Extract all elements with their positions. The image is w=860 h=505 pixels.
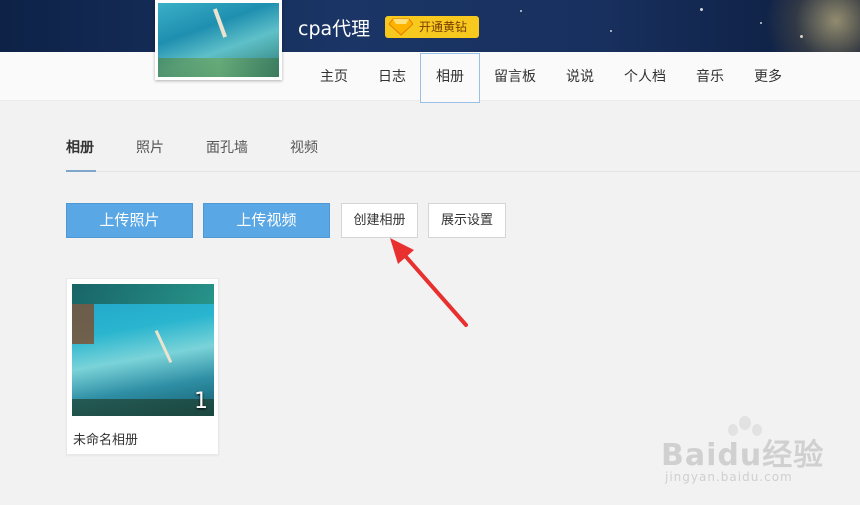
active-tab-indicator: [66, 170, 96, 172]
annotation-arrow: [390, 238, 468, 327]
tab-photos[interactable]: 照片: [136, 137, 164, 157]
nav-album[interactable]: 相册: [420, 53, 480, 103]
album-card[interactable]: 1 未命名相册: [66, 278, 219, 455]
site-title: cpa代理: [298, 18, 371, 40]
avatar[interactable]: [155, 0, 282, 80]
nav-blog[interactable]: 日志: [372, 53, 412, 103]
tab-divider: [66, 171, 860, 172]
nav-guestbook[interactable]: 留言板: [490, 53, 540, 103]
tab-albums[interactable]: 相册: [66, 137, 94, 157]
tab-face-wall[interactable]: 面孔墙: [206, 137, 248, 157]
nav-more[interactable]: 更多: [748, 53, 788, 103]
watermark-url: jingyan.baidu.com: [665, 470, 793, 484]
tab-videos[interactable]: 视频: [290, 137, 318, 157]
album-photo-count: 1: [194, 389, 208, 414]
nav-profile[interactable]: 个人档: [618, 53, 672, 103]
open-vip-button[interactable]: 开通黄钻: [385, 16, 480, 38]
album-thumbnail: 1: [72, 284, 214, 416]
nav-music[interactable]: 音乐: [690, 53, 730, 103]
upload-video-button[interactable]: 上传视频: [203, 203, 330, 238]
watermark-brand: Baidu经验: [661, 438, 825, 473]
nav-home[interactable]: 主页: [314, 53, 354, 103]
nav-shuoshuo[interactable]: 说说: [560, 53, 600, 103]
diamond-icon: [389, 18, 413, 36]
open-vip-label: 开通黄钻: [419, 20, 468, 34]
album-name: 未命名相册: [73, 433, 139, 448]
upload-photo-button[interactable]: 上传照片: [66, 203, 193, 238]
